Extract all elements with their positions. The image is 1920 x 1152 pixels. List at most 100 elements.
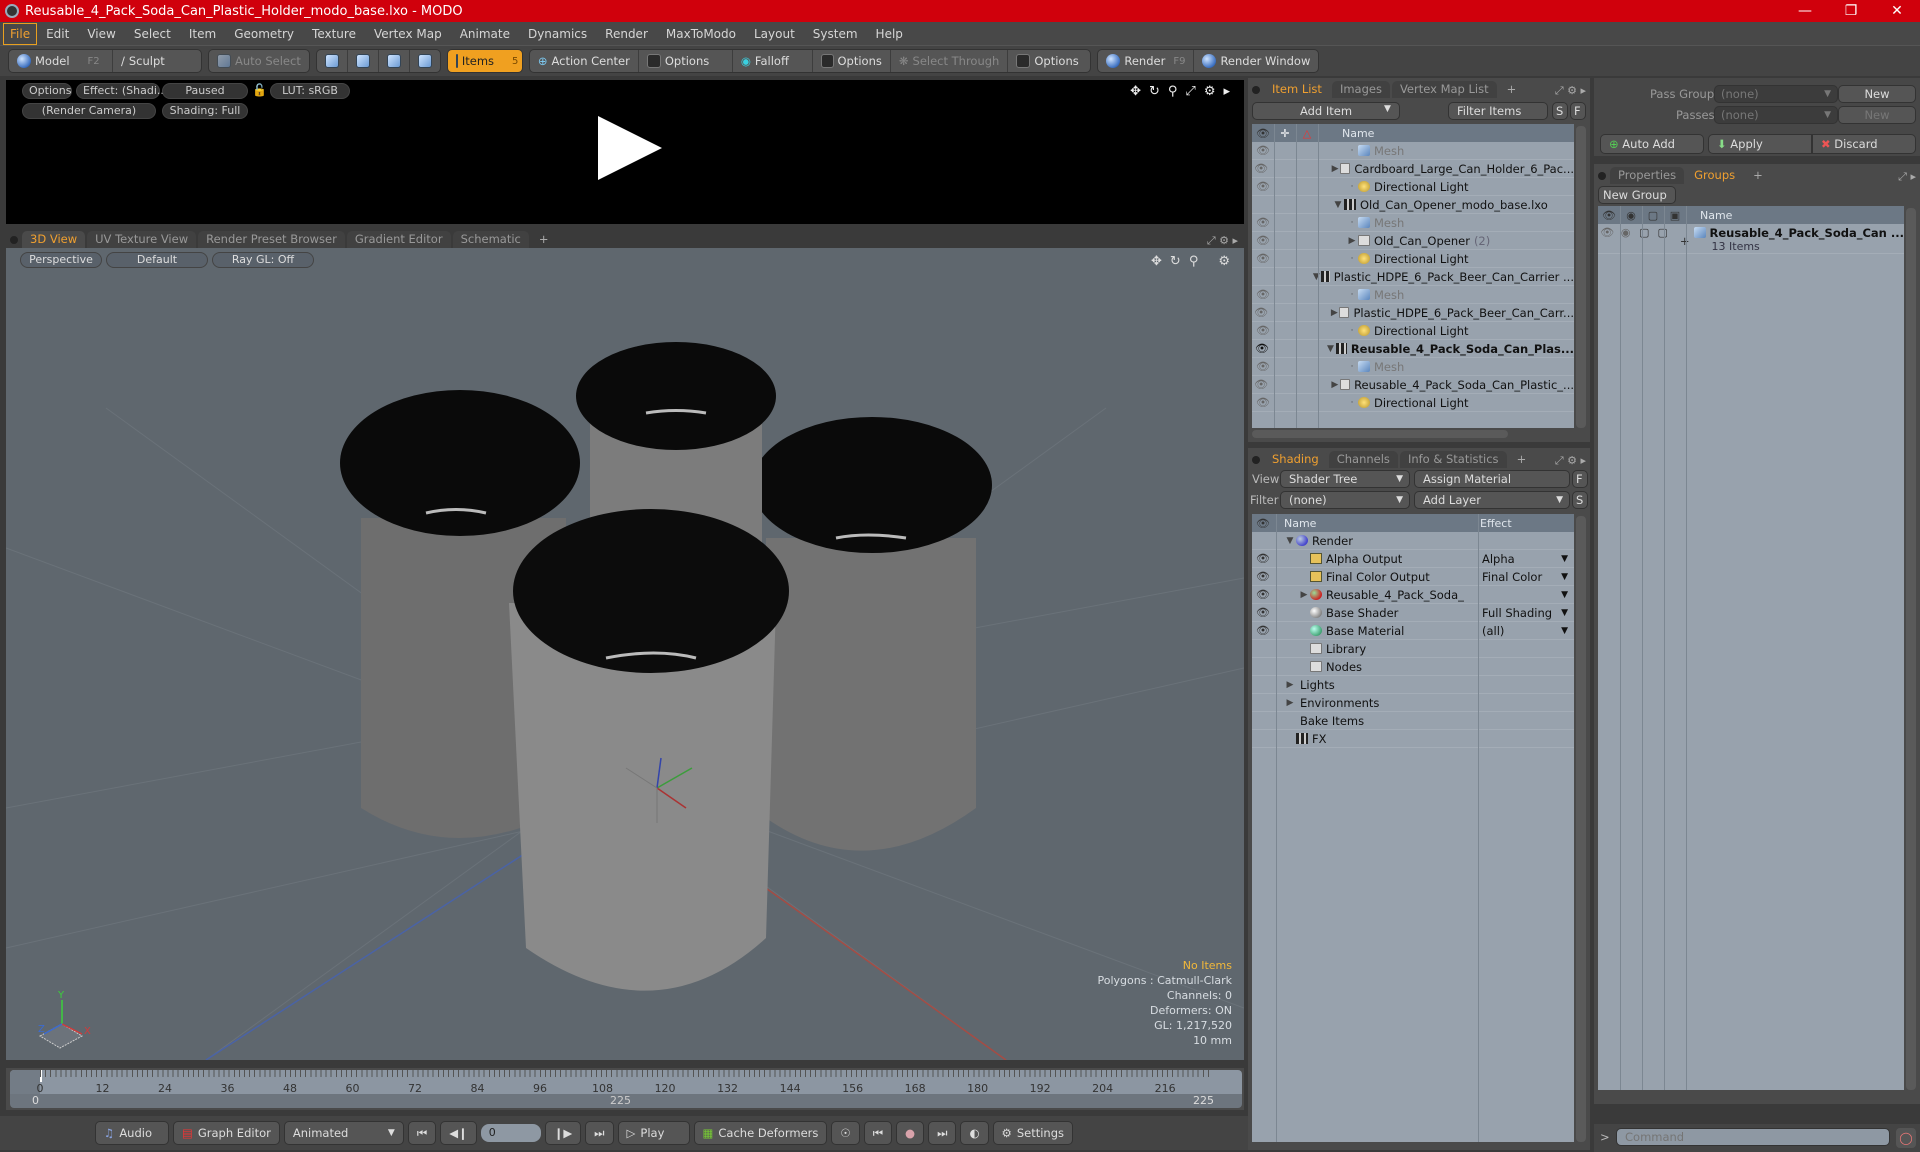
pass-groups-dropdown[interactable]: (none) ▼: [1714, 85, 1838, 103]
effect-value[interactable]: Full Shading: [1482, 606, 1552, 620]
visibility-toggle-icon[interactable]: 👁: [1252, 306, 1270, 319]
f-button[interactable]: F: [1572, 470, 1588, 488]
item-list-row[interactable]: 👁 ▶ Cardboard_Large_Can_Holder_6_Pac...: [1252, 160, 1574, 178]
falloff-options-button[interactable]: Options: [813, 50, 891, 72]
assign-material-button[interactable]: Assign Material: [1414, 470, 1570, 488]
menu-select[interactable]: Select: [125, 24, 180, 44]
tab-schematic[interactable]: Schematic: [452, 231, 529, 248]
auto-select-button[interactable]: Auto Select: [209, 50, 309, 72]
visibility-column-icon[interactable]: 👁: [1252, 127, 1274, 140]
s-button[interactable]: S: [1552, 102, 1568, 120]
first-frame-button[interactable]: ⏮: [407, 1121, 437, 1145]
shader-tree-row[interactable]: Library: [1252, 640, 1574, 658]
visibility-toggle-icon[interactable]: 👁: [1252, 360, 1274, 373]
item-list-row[interactable]: 👁 · Directional Light: [1252, 322, 1574, 340]
play-icon[interactable]: [598, 116, 662, 180]
tab-gradient-editor[interactable]: Gradient Editor: [346, 231, 451, 248]
tab-vertex-map-list[interactable]: Vertex Map List: [1391, 81, 1497, 98]
cache-deformers-button[interactable]: ▦ Cache Deformers: [693, 1121, 828, 1145]
item-list-row[interactable]: 👁 · Directional Light: [1252, 394, 1574, 412]
expand-arrow-icon[interactable]: ▶: [1330, 164, 1340, 174]
visibility-toggle-icon[interactable]: 👁: [1252, 180, 1274, 193]
visibility-column-icon[interactable]: 👁: [1252, 517, 1274, 530]
f-button[interactable]: F: [1570, 102, 1586, 120]
groups-list[interactable]: 👁 ◉ ▢ ▣ Name 👁 ◉ ▢ ▢ + Reusable_4_Pack_S…: [1598, 206, 1904, 1090]
tab-uv-texture-view[interactable]: UV Texture View: [87, 231, 197, 248]
shader-tree-row[interactable]: Bake Items: [1252, 712, 1574, 730]
preview-options-button[interactable]: Options: [22, 83, 72, 99]
animated-dropdown[interactable]: Animated ▼: [283, 1121, 404, 1145]
action-center-options-button[interactable]: Options: [639, 50, 733, 72]
visibility-toggle-icon[interactable]: 👁: [1252, 216, 1274, 229]
select-column-icon[interactable]: ▣: [1664, 209, 1686, 222]
3d-viewport[interactable]: Y X Z Perspective Default Ray GL: Off ✥ …: [6, 248, 1244, 1060]
menu-dynamics[interactable]: Dynamics: [519, 24, 596, 44]
maximize-icon[interactable]: ⤢: [1185, 84, 1195, 99]
paused-toggle[interactable]: Paused: [162, 83, 248, 99]
visibility-toggle-icon[interactable]: 👁: [1252, 324, 1274, 337]
item-list-tree[interactable]: 👁 ✛ △ Name 👁 · Mesh 👁 ▶ Cardboard_Large_Can_H…: [1252, 124, 1574, 428]
action-center-button[interactable]: ⊕ Action Center: [530, 50, 639, 72]
close-button[interactable]: ✕: [1874, 0, 1920, 22]
shader-tree-row[interactable]: FX: [1252, 730, 1574, 748]
menu-file[interactable]: File: [3, 22, 38, 45]
projection-dropdown[interactable]: Perspective: [20, 252, 102, 268]
visibility-toggle-icon[interactable]: 👁: [1598, 226, 1616, 239]
tab-images[interactable]: Images: [1331, 81, 1390, 98]
item-list-row[interactable]: 👁 ▶ Plastic_HDPE_6_Pack_Beer_Can_Carr...: [1252, 304, 1574, 322]
effect-dropdown[interactable]: Effect: (Shadi...: [76, 83, 167, 99]
menu-geometry[interactable]: Geometry: [225, 24, 303, 44]
item-list-row[interactable]: 👁 · Mesh: [1252, 286, 1574, 304]
item-list-row[interactable]: ▼ Old_Can_Opener_modo_base.lxo: [1252, 196, 1574, 214]
visibility-toggle-icon[interactable]: 👁: [1252, 552, 1274, 565]
visibility-toggle-icon[interactable]: 👁: [1252, 588, 1274, 601]
falloff-button[interactable]: ◉ Falloff: [733, 50, 813, 72]
item-list-row[interactable]: 👁 · Directional Light: [1252, 250, 1574, 268]
auto-add-button[interactable]: ⊕ Auto Add: [1600, 134, 1704, 154]
group-row[interactable]: 👁 ◉ ▢ ▢ + Reusable_4_Pack_Soda_Can ... 1…: [1598, 224, 1904, 254]
viewport-style-dropdown[interactable]: Default: [106, 252, 208, 268]
visibility-toggle-icon[interactable]: 👁: [1252, 396, 1274, 409]
effect-value[interactable]: Alpha: [1482, 552, 1515, 566]
key-up-button[interactable]: ☉: [831, 1121, 860, 1145]
audio-button[interactable]: ♫ Audio: [95, 1121, 169, 1145]
collapse-arrow-icon[interactable]: ▼: [1325, 344, 1336, 354]
effect-chevron-icon[interactable]: ▼: [1561, 608, 1568, 618]
expand-arrow-icon[interactable]: ▶: [1346, 236, 1358, 246]
select-polygons-button[interactable]: [379, 50, 410, 72]
visibility-toggle-icon[interactable]: 👁: [1252, 342, 1272, 355]
passes-dropdown[interactable]: (none) ▼: [1714, 106, 1838, 124]
tab-item-list[interactable]: Item List: [1264, 81, 1330, 98]
groups-scrollbar[interactable]: [1906, 208, 1916, 1090]
select-toggle-icon[interactable]: ▢: [1653, 226, 1671, 239]
collapse-arrow-icon[interactable]: ▼: [1312, 272, 1321, 282]
s-button[interactable]: S: [1572, 491, 1588, 509]
viewport-panel-icons[interactable]: ⤢ ⚙ ▸: [1207, 234, 1244, 248]
add-tab-button[interactable]: +: [1509, 451, 1535, 468]
lock-toggle-icon[interactable]: ▢: [1635, 226, 1653, 239]
name-column-header[interactable]: Name: [1342, 127, 1374, 140]
visibility-toggle-icon[interactable]: 👁: [1252, 252, 1274, 265]
new-pass-button[interactable]: New: [1838, 106, 1916, 124]
lock-column-icon[interactable]: ✛: [1274, 127, 1296, 140]
render-column-icon[interactable]: ◉: [1620, 209, 1642, 222]
menu-animate[interactable]: Animate: [451, 24, 519, 44]
menu-system[interactable]: System: [804, 24, 867, 44]
tab-render-preset-browser[interactable]: Render Preset Browser: [198, 231, 345, 248]
timeline-range[interactable]: 0 225 225: [10, 1094, 1242, 1108]
key-tools-button[interactable]: ◐: [960, 1121, 989, 1145]
minimize-button[interactable]: —: [1782, 0, 1828, 22]
shader-tree-row[interactable]: ▶ Environments: [1252, 694, 1574, 712]
panel-options-icons[interactable]: ⤢ ⚙ ▸: [1555, 454, 1590, 468]
visibility-toggle-icon[interactable]: 👁: [1252, 144, 1274, 157]
shader-tree-row[interactable]: 👁 Base Shader Full Shading ▼: [1252, 604, 1574, 622]
select-through-options-button[interactable]: Options: [1008, 50, 1090, 72]
shader-tree-row[interactable]: ▶ Lights: [1252, 676, 1574, 694]
items-mode-button[interactable]: Items 5: [447, 50, 522, 72]
visibility-toggle-icon[interactable]: 👁: [1252, 606, 1274, 619]
lut-dropdown[interactable]: LUT: sRGB: [270, 83, 350, 99]
item-list-row[interactable]: 👁 · Directional Light: [1252, 178, 1574, 196]
zoom-icon[interactable]: ⚲: [1168, 84, 1178, 99]
sculpt-mode-button[interactable]: ∕ Sculpt: [113, 50, 173, 72]
panel-options-icons[interactable]: ⤢ ⚙ ▸: [1555, 84, 1590, 98]
